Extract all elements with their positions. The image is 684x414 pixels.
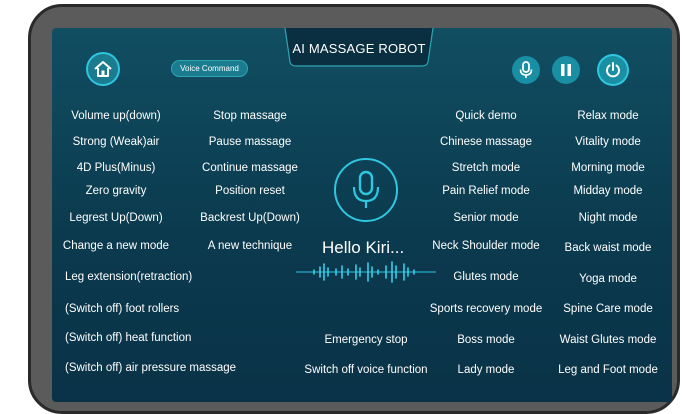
cmd-spine-care-mode[interactable]: Spine Care mode — [563, 303, 653, 315]
cmd-senior-mode[interactable]: Senior mode — [453, 212, 518, 224]
page-title: AI MASSAGE ROBOT — [292, 41, 426, 56]
pause-button[interactable] — [552, 56, 580, 84]
cmd-air-strength[interactable]: Strong (Weak)air — [73, 136, 160, 148]
cmd-vitality-mode[interactable]: Vitality mode — [575, 136, 641, 148]
cmd-volume[interactable]: Volume up(down) — [71, 110, 161, 122]
cmd-stop-massage[interactable]: Stop massage — [213, 110, 287, 122]
cmd-back-waist-mode[interactable]: Back waist mode — [565, 242, 652, 254]
cmd-relax-mode[interactable]: Relax mode — [577, 110, 638, 122]
microphone-icon — [519, 61, 533, 78]
cmd-4d[interactable]: 4D Plus(Minus) — [77, 162, 156, 174]
cmd-neck-shoulder-mode[interactable]: Neck Shoulder mode — [432, 240, 539, 252]
cmd-switch-off-voice[interactable]: Switch off voice function — [304, 364, 427, 376]
home-icon — [94, 61, 112, 77]
microphone-icon — [352, 170, 380, 208]
voice-command-button[interactable]: Voice Command — [171, 60, 248, 77]
assistant-greeting: Hello Kiri... — [322, 238, 405, 257]
cmd-sports-recovery-mode[interactable]: Sports recovery mode — [430, 303, 543, 315]
cmd-position-reset[interactable]: Position reset — [215, 185, 285, 197]
cmd-leg-foot-mode[interactable]: Leg and Foot mode — [558, 364, 658, 376]
cmd-night-mode[interactable]: Night mode — [579, 212, 638, 224]
cmd-leg-extension[interactable]: Leg extension(retraction) — [65, 271, 192, 283]
voice-waveform — [296, 261, 436, 283]
voice-listening-button[interactable] — [334, 158, 398, 222]
cmd-change-mode[interactable]: Change a new mode — [63, 240, 169, 252]
cmd-continue-massage[interactable]: Continue massage — [202, 162, 298, 174]
cmd-emergency-stop[interactable]: Emergency stop — [324, 334, 407, 346]
cmd-pause-massage[interactable]: Pause massage — [209, 136, 291, 148]
robot-screen: AI MASSAGE ROBOT Voice Command Volume up… — [52, 28, 672, 402]
cmd-yoga-mode[interactable]: Yoga mode — [579, 273, 637, 285]
power-icon — [606, 62, 620, 78]
cmd-midday-mode[interactable]: Midday mode — [573, 185, 642, 197]
home-button[interactable] — [88, 54, 118, 84]
cmd-stretch-mode[interactable]: Stretch mode — [452, 162, 520, 174]
cmd-morning-mode[interactable]: Morning mode — [571, 162, 645, 174]
cmd-legrest[interactable]: Legrest Up(Down) — [69, 212, 162, 224]
cmd-heat[interactable]: (Switch off) heat function — [65, 332, 191, 344]
cmd-chinese-massage[interactable]: Chinese massage — [440, 136, 532, 148]
cmd-waist-glutes-mode[interactable]: Waist Glutes mode — [560, 334, 657, 346]
cmd-quick-demo[interactable]: Quick demo — [455, 110, 516, 122]
mic-button[interactable] — [512, 56, 540, 84]
power-button[interactable] — [599, 56, 627, 84]
cmd-backrest[interactable]: Backrest Up(Down) — [200, 212, 300, 224]
cmd-foot-rollers[interactable]: (Switch off) foot rollers — [65, 303, 179, 315]
cmd-zero-gravity[interactable]: Zero gravity — [86, 185, 147, 197]
cmd-pain-relief-mode[interactable]: Pain Relief mode — [442, 185, 530, 197]
cmd-new-technique[interactable]: A new technique — [208, 240, 292, 252]
cmd-lady-mode[interactable]: Lady mode — [458, 364, 515, 376]
cmd-air-pressure[interactable]: (Switch off) air pressure massage — [65, 362, 236, 374]
cmd-glutes-mode[interactable]: Glutes mode — [453, 271, 518, 283]
pause-icon — [561, 64, 571, 76]
title-tab: AI MASSAGE ROBOT — [284, 28, 434, 68]
cmd-boss-mode[interactable]: Boss mode — [457, 334, 515, 346]
